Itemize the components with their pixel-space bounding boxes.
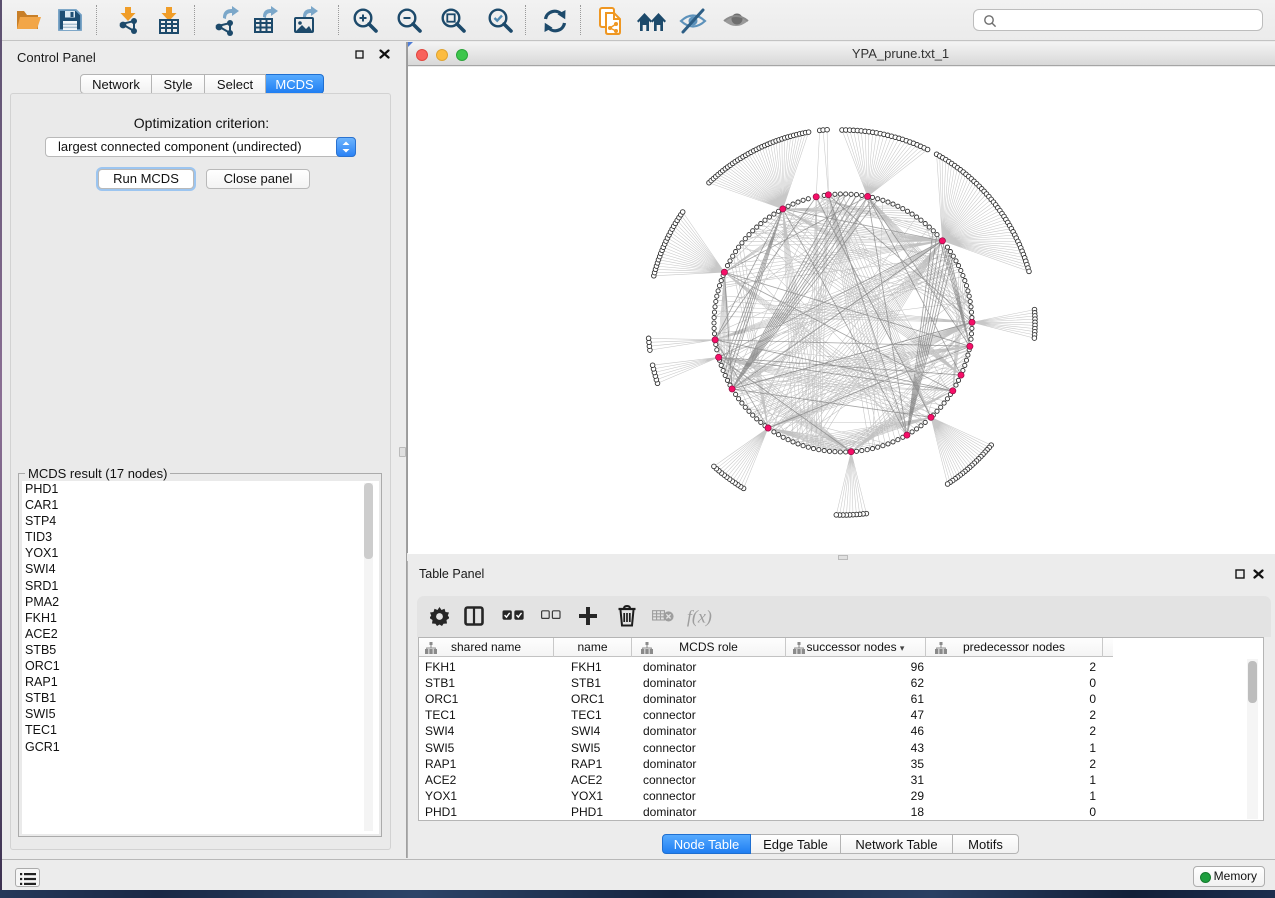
- svg-text:f(x): f(x): [687, 606, 712, 627]
